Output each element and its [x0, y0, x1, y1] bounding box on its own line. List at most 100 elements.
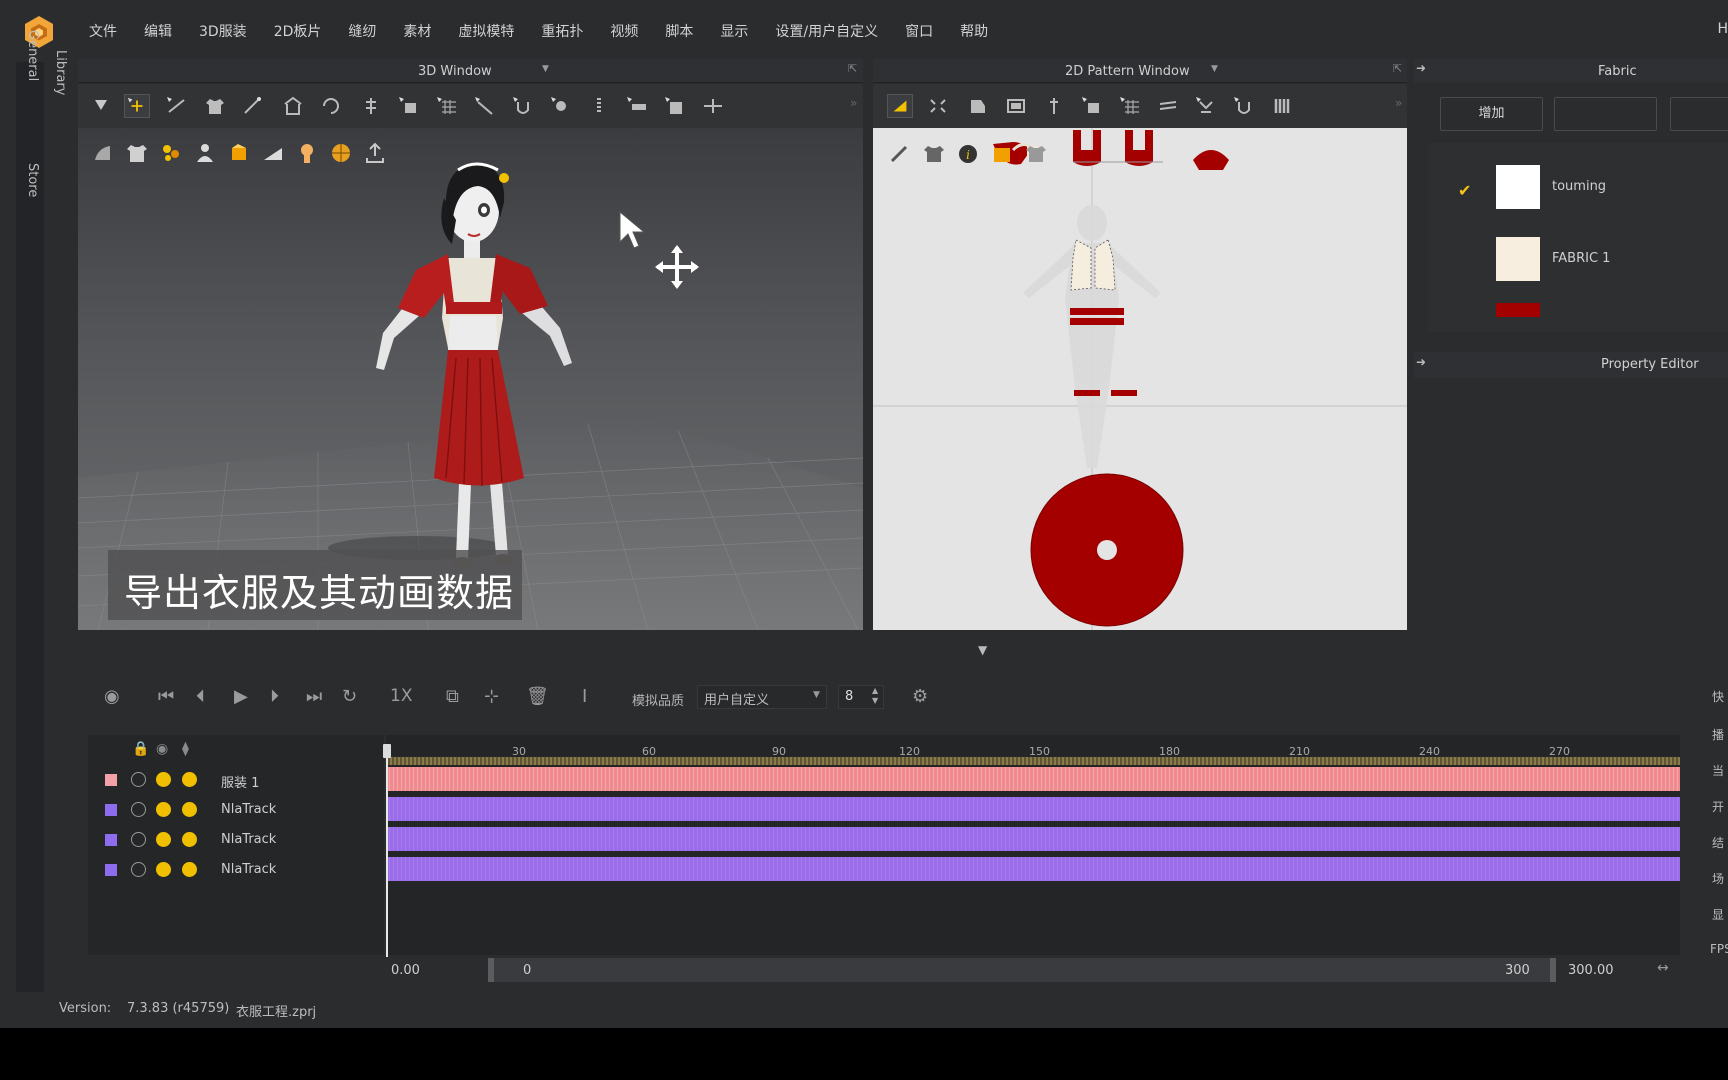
polygon-icon[interactable]: [965, 94, 991, 118]
lock-toggle[interactable]: [131, 832, 146, 847]
visibility-toggle[interactable]: [156, 862, 171, 877]
go-to-start-icon[interactable]: ⏮: [158, 686, 174, 707]
garment-display-icon[interactable]: [124, 140, 150, 166]
select-mesh-icon[interactable]: [164, 94, 190, 118]
settings-icon[interactable]: ⚙: [912, 686, 928, 707]
solo-icon[interactable]: ⧫: [182, 741, 189, 757]
menu-item[interactable]: 设置/用户自定义: [775, 21, 878, 41]
thickness-icon[interactable]: [260, 140, 286, 166]
panel-collapse-icon[interactable]: ➜: [1416, 355, 1426, 369]
popout-icon[interactable]: ⇱: [1393, 62, 1402, 75]
play-icon[interactable]: ▶: [234, 686, 248, 707]
delete-icon[interactable]: 🗑: [526, 686, 549, 707]
pin-icon[interactable]: [358, 94, 384, 118]
texture-icon[interactable]: [989, 142, 1015, 166]
shirt-icon[interactable]: [1023, 142, 1049, 166]
dart-icon[interactable]: [1041, 94, 1067, 118]
annotation-icon[interactable]: [700, 94, 726, 118]
chevron-down-icon[interactable]: ▼: [978, 643, 987, 657]
rotate-icon[interactable]: [318, 94, 344, 118]
edit-point-icon[interactable]: [925, 94, 951, 118]
measure-icon[interactable]: [662, 94, 688, 118]
track-row[interactable]: 服装 1: [88, 766, 384, 796]
menu-item-cut[interactable]: H: [1717, 21, 1728, 37]
menu-item[interactable]: 帮助: [960, 21, 988, 41]
track-clip-garment[interactable]: [386, 767, 1680, 791]
grid-edit-icon[interactable]: [434, 94, 460, 118]
tack-icon[interactable]: [396, 94, 422, 118]
garment-display-icon[interactable]: [921, 142, 947, 166]
pattern-canvas-2d[interactable]: i: [873, 128, 1407, 630]
pencil-icon[interactable]: [887, 142, 913, 166]
menu-item[interactable]: 素材: [403, 21, 431, 41]
chevron-down-icon[interactable]: ▼: [813, 690, 820, 700]
fold-arrange-icon[interactable]: [280, 94, 306, 118]
stepper-arrows-icon[interactable]: ▲ ▼: [872, 686, 878, 706]
visibility-toggle[interactable]: [156, 832, 171, 847]
track-row[interactable]: NlaTrack: [88, 826, 384, 856]
track-row[interactable]: NlaTrack: [88, 796, 384, 826]
track-clip-nla[interactable]: [386, 827, 1680, 851]
simulation-quality-select[interactable]: 用户自定义: [697, 685, 827, 709]
steam-icon[interactable]: [510, 94, 536, 118]
tack-icon[interactable]: [1079, 94, 1105, 118]
strain-map-icon[interactable]: [158, 140, 184, 166]
menu-item[interactable]: 虚拟模特: [458, 21, 514, 41]
track-row[interactable]: NlaTrack: [88, 856, 384, 886]
menu-item[interactable]: 脚本: [665, 21, 693, 41]
menu-item[interactable]: 编辑: [144, 21, 172, 41]
brush-icon[interactable]: [472, 94, 498, 118]
copy-keyframe-icon[interactable]: ⧉: [446, 686, 459, 707]
edit-curve-icon[interactable]: [240, 94, 266, 118]
lock-toggle[interactable]: [131, 802, 146, 817]
go-to-end-icon[interactable]: ⏭: [306, 686, 322, 707]
select-move-icon[interactable]: [88, 94, 114, 118]
range-end-value[interactable]: 300.00: [1568, 963, 1614, 978]
playhead[interactable]: [386, 745, 388, 957]
chevron-down-icon[interactable]: ▼: [1211, 64, 1218, 74]
zipper-icon[interactable]: [586, 94, 612, 118]
lock-toggle[interactable]: [131, 862, 146, 877]
range-handle-right[interactable]: [1550, 958, 1556, 982]
avatar-display-icon[interactable]: [90, 140, 116, 166]
viewport-3d[interactable]: 导出衣服及其动画数据: [78, 128, 863, 630]
playhead-handle[interactable]: [383, 744, 391, 758]
panel-splitter[interactable]: [78, 630, 1728, 670]
info-icon[interactable]: i: [955, 142, 981, 166]
tab-library[interactable]: Library: [53, 50, 68, 95]
panel-collapse-icon[interactable]: ➜: [1416, 61, 1426, 75]
tab-general[interactable]: General: [25, 30, 40, 81]
toolbar-overflow-icon[interactable]: »: [850, 96, 857, 110]
tape-icon[interactable]: [624, 94, 650, 118]
record-icon[interactable]: ◉: [104, 686, 120, 707]
menu-item[interactable]: 窗口: [905, 21, 933, 41]
range-handle-left[interactable]: [488, 958, 494, 982]
free-sewing-icon[interactable]: [1193, 94, 1219, 118]
next-frame-icon[interactable]: ⏵: [270, 686, 279, 707]
range-start-value[interactable]: 0.00: [391, 963, 420, 978]
track-clip-nla[interactable]: [386, 857, 1680, 881]
menu-item[interactable]: 显示: [720, 21, 748, 41]
shirt-icon[interactable]: [202, 94, 228, 118]
playback-speed[interactable]: 1X: [390, 686, 412, 706]
fabric-item[interactable]: FABRIC 1: [1428, 237, 1728, 297]
toolbar-overflow-icon[interactable]: »: [1395, 96, 1402, 110]
track-clip-nla[interactable]: [386, 797, 1680, 821]
lock-toggle[interactable]: [131, 772, 146, 787]
tab-store[interactable]: Store: [25, 163, 40, 197]
rectangle-icon[interactable]: [1003, 94, 1029, 118]
fabric-action-button-2[interactable]: [1670, 97, 1728, 131]
chevron-down-icon[interactable]: ▼: [542, 64, 549, 74]
previous-frame-icon[interactable]: ⏴: [196, 686, 205, 707]
steam-icon[interactable]: [1231, 94, 1257, 118]
segment-sewing-icon[interactable]: [1155, 94, 1181, 118]
solo-toggle[interactable]: [182, 802, 197, 817]
loop-icon[interactable]: ↻: [342, 686, 357, 707]
texture-icon[interactable]: [226, 140, 252, 166]
visibility-toggle[interactable]: [156, 772, 171, 787]
text-cursor-icon[interactable]: I: [582, 686, 587, 707]
solo-toggle[interactable]: [182, 832, 197, 847]
fabric-action-button[interactable]: [1554, 97, 1657, 131]
menu-item[interactable]: 文件: [89, 21, 117, 41]
add-fabric-button[interactable]: 增加: [1440, 97, 1543, 131]
